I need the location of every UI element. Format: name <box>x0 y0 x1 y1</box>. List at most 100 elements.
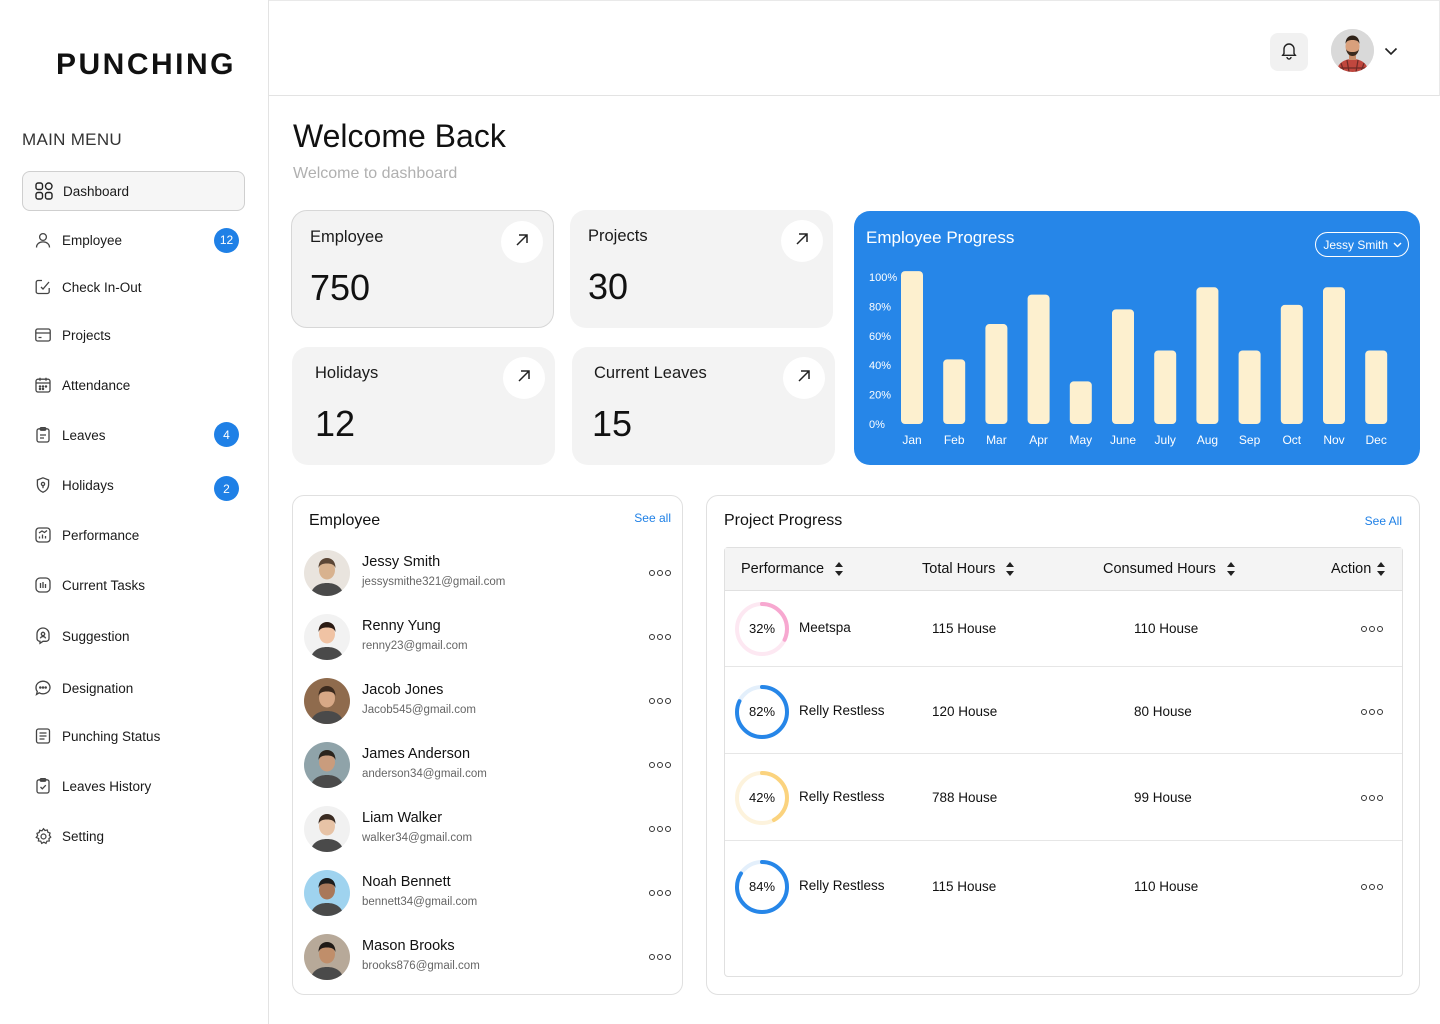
more-options-button[interactable] <box>649 698 671 704</box>
chart-title: Employee Progress <box>866 228 1015 247</box>
consumed-hours: 110 House <box>1134 621 1199 636</box>
row-action-button[interactable] <box>1361 626 1383 632</box>
stat-card-holidays[interactable]: Holidays 12 <box>292 347 555 465</box>
sidebar-item-attendance[interactable]: Attendance <box>22 365 245 405</box>
stat-card-current-leaves[interactable]: Current Leaves 15 <box>572 347 835 465</box>
column-header-performance[interactable]: Performance <box>741 561 844 577</box>
employee-progress-chart: 0% 20% 40% 60% 80% 100% Jan Feb Mar Apr May June Jul… <box>854 211 1420 465</box>
chart-bar[interactable] <box>1112 309 1134 424</box>
row-action-button[interactable] <box>1361 709 1383 715</box>
calendar-icon <box>33 375 53 395</box>
progress-percent: 84% <box>748 879 776 894</box>
y-tick-label: 40% <box>869 360 891 372</box>
sidebar-item-check-in-out[interactable]: Check In-Out <box>22 267 245 307</box>
more-options-button[interactable] <box>649 890 671 896</box>
sidebar-item-projects[interactable]: Projects <box>22 315 245 355</box>
tasks-icon <box>33 575 53 595</box>
column-label: Performance <box>741 561 825 577</box>
column-header-action[interactable]: Action <box>1331 561 1386 577</box>
chevron-down-icon[interactable] <box>1382 42 1400 60</box>
chart-bar[interactable] <box>1069 381 1092 424</box>
bell-icon <box>1279 40 1299 65</box>
progress-percent: 82% <box>748 704 776 719</box>
employee-email: anderson34@gmail.com <box>362 768 487 780</box>
more-options-button[interactable] <box>649 634 671 640</box>
chart-bar[interactable] <box>1154 350 1177 425</box>
sidebar-item-employee[interactable]: Employee 12 <box>22 220 245 260</box>
chart-bar[interactable] <box>1027 294 1050 424</box>
sidebar-item-label: Check In-Out <box>62 279 142 295</box>
employee-select[interactable]: Jessy Smith <box>1315 232 1409 257</box>
chart-bar[interactable] <box>901 271 923 424</box>
more-options-button[interactable] <box>649 826 671 832</box>
x-tick-label: Sep <box>1239 433 1261 447</box>
sidebar-item-punching-status[interactable]: Punching Status <box>22 716 245 756</box>
sidebar-item-current-tasks[interactable]: Current Tasks <box>22 565 245 605</box>
open-leaves-button[interactable] <box>783 357 825 399</box>
brand-logo: PUNCHING <box>56 48 237 81</box>
employee-list-item[interactable]: James Anderson anderson34@gmail.com <box>304 740 674 790</box>
chart-bar[interactable] <box>1280 304 1303 424</box>
total-hours: 788 House <box>932 790 998 805</box>
employee-list-item[interactable]: Renny Yung renny23@gmail.com <box>304 612 674 662</box>
chart-bar[interactable] <box>1365 350 1388 425</box>
employee-list-item[interactable]: Jacob Jones Jacob545@gmail.com <box>304 676 674 726</box>
sidebar-item-suggestion[interactable]: Suggestion <box>22 616 245 656</box>
sidebar-item-leaves-history[interactable]: Leaves History <box>22 766 245 806</box>
sidebar-item-leaves[interactable]: Leaves 4 <box>22 415 245 455</box>
employee-list-item[interactable]: Jessy Smith jessysmithe321@gmail.com <box>304 548 674 598</box>
chart-bar[interactable] <box>1196 287 1219 424</box>
chart-bar[interactable] <box>985 324 1008 424</box>
chart-bar[interactable] <box>1323 287 1345 424</box>
see-all-projects-link[interactable]: See All <box>1365 514 1402 528</box>
sort-icon <box>1377 562 1386 576</box>
y-tick-label: 20% <box>869 390 891 402</box>
page-subtitle: Welcome to dashboard <box>293 165 458 182</box>
employee-list-item[interactable]: Liam Walker walker34@gmail.com <box>304 804 674 854</box>
employee-list-item[interactable]: Mason Brooks brooks876@gmail.com <box>304 932 674 982</box>
x-tick-label: Oct <box>1282 433 1301 447</box>
x-tick-label: July <box>1155 433 1176 447</box>
sidebar-item-dashboard[interactable]: Dashboard <box>22 171 245 211</box>
consumed-hours: 99 House <box>1134 790 1192 805</box>
stat-value: 15 <box>592 403 633 444</box>
sidebar: PUNCHING MAIN MENU Dashboard Employee 12… <box>0 0 269 1024</box>
open-employee-button[interactable] <box>501 221 543 263</box>
stat-label: Holidays <box>315 364 379 382</box>
employee-email: jessysmithe321@gmail.com <box>362 576 506 588</box>
user-avatar[interactable] <box>1331 29 1374 72</box>
chart-bar[interactable] <box>1238 350 1261 425</box>
row-action-button[interactable] <box>1361 884 1383 890</box>
stat-card-projects[interactable]: Projects 30 <box>570 210 833 328</box>
column-label: Action <box>1331 561 1372 577</box>
sidebar-item-designation[interactable]: Designation <box>22 668 245 708</box>
sort-icon <box>1006 562 1015 576</box>
more-options-button[interactable] <box>649 954 671 960</box>
project-progress-panel: Project Progress See All Performance Tot… <box>706 495 1420 995</box>
sidebar-item-setting[interactable]: Setting <box>22 816 245 856</box>
employee-avatar <box>304 550 350 596</box>
employee-name: Noah Bennett <box>362 874 451 890</box>
y-tick-label: 100% <box>869 272 897 284</box>
stat-label: Employee <box>310 228 384 246</box>
more-options-button[interactable] <box>649 570 671 576</box>
stat-value: 750 <box>310 267 371 308</box>
sidebar-item-label: Leaves <box>62 427 106 443</box>
sidebar-item-holidays[interactable]: Holidays 2 <box>22 465 245 505</box>
chart-bar[interactable] <box>943 359 966 424</box>
open-holidays-button[interactable] <box>503 357 545 399</box>
leaves-count-badge: 4 <box>214 422 239 447</box>
x-tick-label: Nov <box>1323 433 1344 447</box>
project-table-row: 32% Meetspa 115 House 110 House <box>725 591 1402 667</box>
row-action-button[interactable] <box>1361 795 1383 801</box>
stat-card-employee[interactable]: Employee 750 <box>291 210 554 328</box>
column-header-consumed-hours[interactable]: Consumed Hours <box>1103 561 1236 577</box>
panel-title: Project Progress <box>724 512 843 529</box>
notifications-button[interactable] <box>1270 33 1308 71</box>
see-all-employees-link[interactable]: See all <box>634 511 671 525</box>
open-projects-button[interactable] <box>781 220 823 262</box>
more-options-button[interactable] <box>649 762 671 768</box>
sidebar-item-performance[interactable]: Performance <box>22 515 245 555</box>
column-header-total-hours[interactable]: Total Hours <box>922 561 1015 577</box>
employee-list-item[interactable]: Noah Bennett bennett34@gmail.com <box>304 868 674 918</box>
